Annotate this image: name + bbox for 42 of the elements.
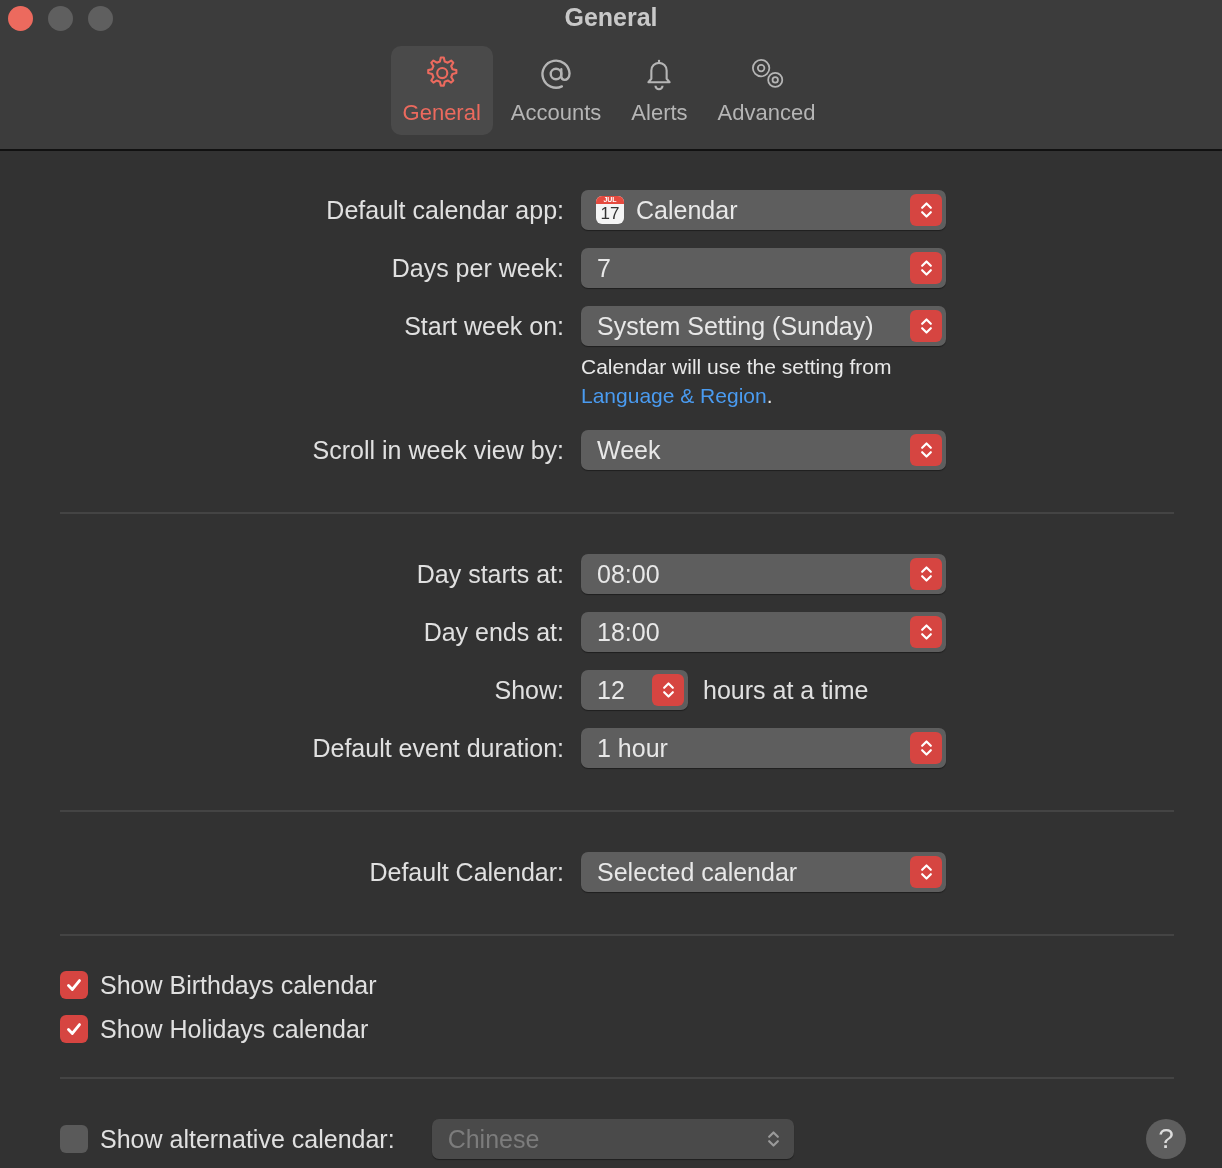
chevron-up-down-icon	[910, 252, 942, 284]
field-label: Day starts at:	[415, 559, 564, 590]
checkbox-label: Show alternative calendar:	[100, 1124, 395, 1154]
chevron-up-down-icon	[910, 558, 942, 590]
help-button[interactable]: ?	[1146, 1119, 1186, 1159]
chevron-up-down-icon	[910, 194, 942, 226]
tab[interactable]: Advanced	[705, 46, 828, 135]
window-title: General	[563, 3, 659, 32]
field-label: hours at a time	[703, 675, 869, 705]
checkbox-label: Show Holidays calendar	[100, 1014, 369, 1044]
language-region-link[interactable]: Language & Region	[581, 384, 767, 407]
field-label: Default Calendar:	[368, 857, 564, 888]
chevron-up-down-icon	[910, 616, 942, 648]
checkbox[interactable]	[60, 971, 88, 999]
dropdown[interactable]: Selected calendar	[581, 852, 946, 892]
chevron-up-down-icon	[910, 732, 942, 764]
dropdown[interactable]: System Setting (Sunday)	[581, 306, 946, 346]
dropdown[interactable]: 18:00	[581, 612, 946, 652]
field-label: Default event duration:	[311, 733, 564, 764]
chevron-up-down-icon	[652, 674, 684, 706]
help-text: Calendar will use the setting from Language & Region.	[581, 354, 893, 409]
dropdown[interactable]: 12	[581, 670, 688, 710]
checkbox-label: Show Birthdays calendar	[100, 970, 377, 1000]
tab[interactable]: Accounts	[498, 46, 614, 135]
chevron-up-down-icon	[766, 1128, 780, 1150]
tab[interactable]: General	[390, 46, 493, 135]
chevron-up-down-icon	[910, 310, 942, 342]
close-button[interactable]	[8, 5, 33, 31]
dropdown[interactable]: 7	[581, 248, 946, 288]
field-label: Show:	[493, 675, 564, 706]
dropdown[interactable]: 1 hour	[581, 728, 946, 768]
field-label: Days per week:	[390, 253, 564, 284]
dropdown[interactable]: Week	[581, 430, 946, 470]
field-label: Start week on:	[403, 311, 564, 342]
chevron-up-down-icon	[910, 434, 942, 466]
checkbox[interactable]	[60, 1015, 88, 1043]
chevron-up-down-icon	[910, 856, 942, 888]
tab[interactable]: Alerts	[619, 46, 700, 135]
dropdown[interactable]: 08:00	[581, 554, 946, 594]
field-label: Scroll in week view by:	[311, 435, 564, 466]
field-label: Default calendar app:	[325, 195, 564, 226]
field-label: Day ends at:	[422, 617, 564, 648]
